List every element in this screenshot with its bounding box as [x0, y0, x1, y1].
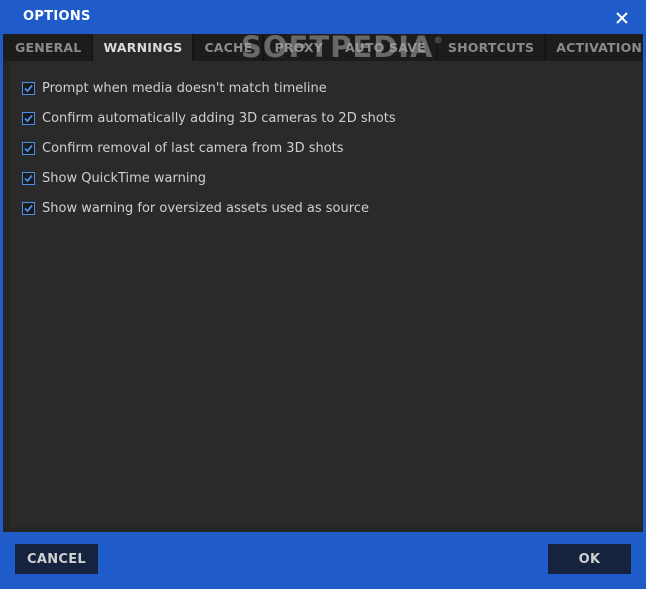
check-icon	[24, 144, 33, 152]
checkbox[interactable]	[22, 111, 35, 125]
warning-option-quicktime[interactable]: Show QuickTime warning	[22, 169, 206, 187]
check-icon	[24, 84, 33, 92]
warning-option-label: Show QuickTime warning	[42, 170, 206, 186]
check-icon	[24, 114, 33, 122]
checkbox[interactable]	[22, 141, 35, 155]
warning-option-label: Show warning for oversized assets used a…	[42, 200, 369, 216]
warning-option-remove-camera[interactable]: Confirm removal of last camera from 3D s…	[22, 139, 344, 157]
warnings-panel: Prompt when media doesn't match timeline…	[9, 61, 642, 527]
warning-option-label: Confirm automatically adding 3D cameras …	[42, 110, 396, 126]
tab-cache[interactable]: CACHE	[194, 34, 265, 61]
options-dialog: OPTIONS GENERAL WARNINGS CACHE PROXY AUT…	[0, 0, 646, 589]
warning-option-label: Prompt when media doesn't match timeline	[42, 80, 327, 96]
warning-option-label: Confirm removal of last camera from 3D s…	[42, 140, 344, 156]
tab-bar: GENERAL WARNINGS CACHE PROXY AUTO SAVE S…	[3, 34, 643, 61]
warning-option-3d-cameras[interactable]: Confirm automatically adding 3D cameras …	[22, 109, 396, 127]
warning-option-oversized-assets[interactable]: Show warning for oversized assets used a…	[22, 199, 369, 217]
check-icon	[24, 174, 33, 182]
title-bar[interactable]: OPTIONS	[0, 0, 646, 34]
tab-proxy[interactable]: PROXY	[264, 34, 336, 61]
checkbox[interactable]	[22, 201, 35, 215]
dialog-footer: CANCEL OK	[0, 532, 646, 589]
dialog-body: GENERAL WARNINGS CACHE PROXY AUTO SAVE S…	[3, 30, 643, 532]
tab-general[interactable]: GENERAL	[3, 34, 94, 61]
checkbox[interactable]	[22, 81, 35, 95]
check-icon	[24, 204, 33, 212]
checkbox[interactable]	[22, 171, 35, 185]
ok-button[interactable]: OK	[548, 544, 631, 574]
dialog-title: OPTIONS	[23, 9, 91, 24]
warning-option-media-mismatch[interactable]: Prompt when media doesn't match timeline	[22, 79, 327, 97]
tab-auto-save[interactable]: AUTO SAVE	[335, 34, 438, 61]
close-icon[interactable]	[612, 8, 632, 28]
tab-warnings[interactable]: WARNINGS	[93, 34, 195, 61]
tab-shortcuts[interactable]: SHORTCUTS	[438, 34, 547, 61]
tab-activation[interactable]: ACTIVATION	[546, 34, 646, 61]
cancel-button[interactable]: CANCEL	[15, 544, 98, 574]
